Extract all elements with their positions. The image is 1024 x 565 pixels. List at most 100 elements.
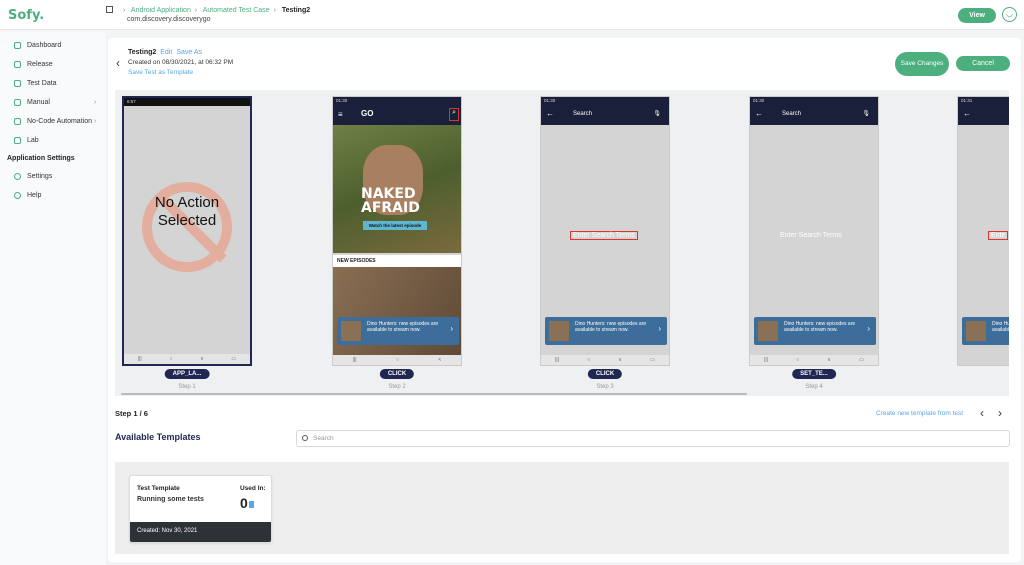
mic-icon: 🎙 [653, 111, 661, 117]
test-name-row: Testing2 Edit Save As [128, 49, 202, 56]
new-episodes-heading: NEW EPISODES [333, 255, 461, 267]
device-icon [248, 501, 254, 508]
app-bar: ≡ GO ⌕ [333, 105, 461, 125]
step-label: Step 4 [805, 384, 823, 390]
search-field: Search [782, 111, 802, 117]
help-icon [14, 192, 21, 199]
dashboard-icon [14, 42, 21, 49]
home-icon[interactable] [106, 6, 113, 13]
step-label: Step 2 [388, 384, 406, 390]
sidebar-item-lab[interactable]: Lab [14, 137, 39, 144]
android-nav-bar: ||| ○ ∨ ▭ [750, 355, 878, 365]
available-templates-heading: Available Templates [115, 432, 201, 442]
step-card[interactable]: 01:30 ← Search 🎙 Enter Search Terms Dino… [540, 96, 670, 396]
template-card[interactable]: Test Template Running some tests Used In… [129, 475, 272, 543]
sidebar-item-manual[interactable]: Manual › [14, 99, 104, 106]
sidebar-item-help[interactable]: Help [14, 192, 41, 199]
step-action-badge: CLICK [379, 369, 415, 379]
sidebar-item-release[interactable]: Release [14, 61, 53, 68]
status-bar: 6:57 [124, 98, 250, 106]
step-screenshot[interactable]: 01:30 ← Search 🎙 Enter Search Terms Dino… [749, 96, 879, 366]
package-name: com.discovery.discoverygo [127, 16, 211, 23]
horizontal-scrollbar[interactable] [121, 393, 747, 395]
dgo-logo: GO [361, 109, 374, 118]
notification-banner: Dino Hunters: new episodes are available… [337, 317, 459, 345]
search-bar: ← Search 🎙 [750, 105, 878, 125]
step-action-badge: SET_TE... [792, 369, 836, 379]
step-screenshot[interactable]: 01:30 ← Search 🎙 Enter Search Terms Dino… [540, 96, 670, 366]
main-panel: ‹ Testing2 Edit Save As Created on 08/30/2… [108, 38, 1021, 562]
android-nav-bar: ||| ○ ∨ ▭ [124, 354, 250, 364]
gear-icon [14, 173, 21, 180]
hero-button: Watch the latest episode [363, 221, 427, 230]
template-description: Running some tests [137, 496, 204, 503]
notification-banner: Dino Hunters: new episodes are available… [545, 317, 667, 345]
step-card[interactable]: 01:30 ≡ GO ⌕ NAKED AFRAID Watch the late… [332, 96, 462, 396]
search-placeholder: Ente [988, 231, 1009, 240]
step-screenshot[interactable]: 01:31 ← Ente Dino Hunters: new episodes … [957, 96, 1009, 366]
notification-banner: Dino Hunters: new episodes are available… [962, 317, 1009, 345]
step-action-badge: APP_LA... [164, 369, 210, 379]
save-as-link[interactable]: Save As [176, 49, 202, 56]
search-placeholder: Enter Search Terms [570, 231, 638, 240]
template-search-input[interactable]: Search [296, 430, 1010, 447]
test-data-icon [14, 80, 21, 87]
breadcrumb: › Android Application › Automated Test Ca… [106, 6, 310, 14]
hero-title: NAKED AFRAID [361, 186, 420, 216]
view-button[interactable]: View [958, 8, 996, 23]
breadcrumb-item-current: Testing2 [281, 7, 311, 14]
test-name: Testing2 [128, 49, 157, 56]
mic-icon: 🎙 [862, 111, 870, 117]
breadcrumb-item-testcase[interactable]: Automated Test Case [203, 7, 270, 14]
prev-step-icon[interactable]: ‹ [980, 406, 984, 420]
step-screenshot[interactable]: 6:57 No Action Selected ||| ○ ∨ ▭ [122, 96, 252, 366]
notification-banner: Dino Hunters: new episodes are available… [754, 317, 876, 345]
step-action-badge: CLICK [587, 369, 623, 379]
next-step-icon[interactable]: › [998, 406, 1002, 420]
hero-banner: NAKED AFRAID Watch the latest episode [333, 125, 461, 253]
no-code-icon [14, 118, 21, 125]
back-arrow-icon[interactable]: ‹ [116, 56, 120, 70]
search-placeholder: Enter Search Terms [780, 232, 842, 239]
template-created: Created: Nov 30, 2021 [130, 522, 271, 542]
chevron-right-icon: › [94, 118, 97, 125]
sidebar-item-dashboard[interactable]: Dashboard [14, 42, 61, 49]
manual-icon [14, 99, 21, 106]
user-avatar-icon[interactable]: ◡ [1002, 7, 1017, 22]
step-card[interactable]: 6:57 No Action Selected ||| ○ ∨ ▭ APP_LA...… [122, 96, 252, 396]
sidebar-item-settings[interactable]: Settings [14, 173, 52, 180]
menu-icon: ≡ [338, 110, 343, 119]
breadcrumb-item-app[interactable]: Android Application [131, 7, 191, 14]
status-bar: 01:30 [333, 97, 461, 105]
lab-icon [14, 137, 21, 144]
sidebar-section-title: Application Settings [7, 155, 75, 162]
save-template-link[interactable]: Save Test as Template [128, 69, 193, 76]
step-screenshot[interactable]: 01:30 ≡ GO ⌕ NAKED AFRAID Watch the late… [332, 96, 462, 366]
step-card[interactable]: 01:30 ← Search 🎙 Enter Search Terms Dino… [749, 96, 879, 396]
sidebar: Dashboard Release Test Data Manual › No-C… [0, 31, 106, 565]
back-arrow-icon: ← [755, 109, 763, 118]
sidebar-item-no-code[interactable]: No-Code Automation › [14, 118, 104, 125]
back-arrow-icon: ← [963, 109, 971, 118]
sofy-logo[interactable]: Sofy. [8, 8, 44, 23]
create-template-link[interactable]: Create new template from test [876, 410, 963, 417]
steps-strip[interactable]: 6:57 No Action Selected ||| ○ ∨ ▭ APP_LA...… [115, 90, 1009, 396]
top-bar: Sofy. › Android Application › Automated T… [0, 0, 1024, 30]
search-field: Search [573, 111, 593, 117]
no-action-text: No Action Selected [154, 194, 220, 229]
cancel-button[interactable]: Cancel [956, 56, 1010, 71]
status-bar: 01:31 [958, 97, 1009, 105]
back-arrow-icon: ← [546, 109, 554, 118]
step-label: Step 3 [596, 384, 614, 390]
step-card[interactable]: 01:31 ← Ente Dino Hunters: new episodes … [957, 96, 1009, 396]
search-bar: ← [958, 105, 1009, 125]
chevron-right-icon: › [94, 99, 97, 106]
edit-link[interactable]: Edit [160, 49, 172, 56]
step-label: Step 1 [178, 384, 196, 390]
android-nav-bar: ||| ○ ∨ ▭ [541, 355, 669, 365]
template-title: Test Template [137, 485, 180, 492]
step-counter: Step 1 / 6 [115, 409, 148, 418]
save-changes-button[interactable]: Save Changes [895, 52, 949, 76]
sidebar-item-test-data[interactable]: Test Data [14, 80, 57, 87]
search-icon [302, 435, 308, 441]
